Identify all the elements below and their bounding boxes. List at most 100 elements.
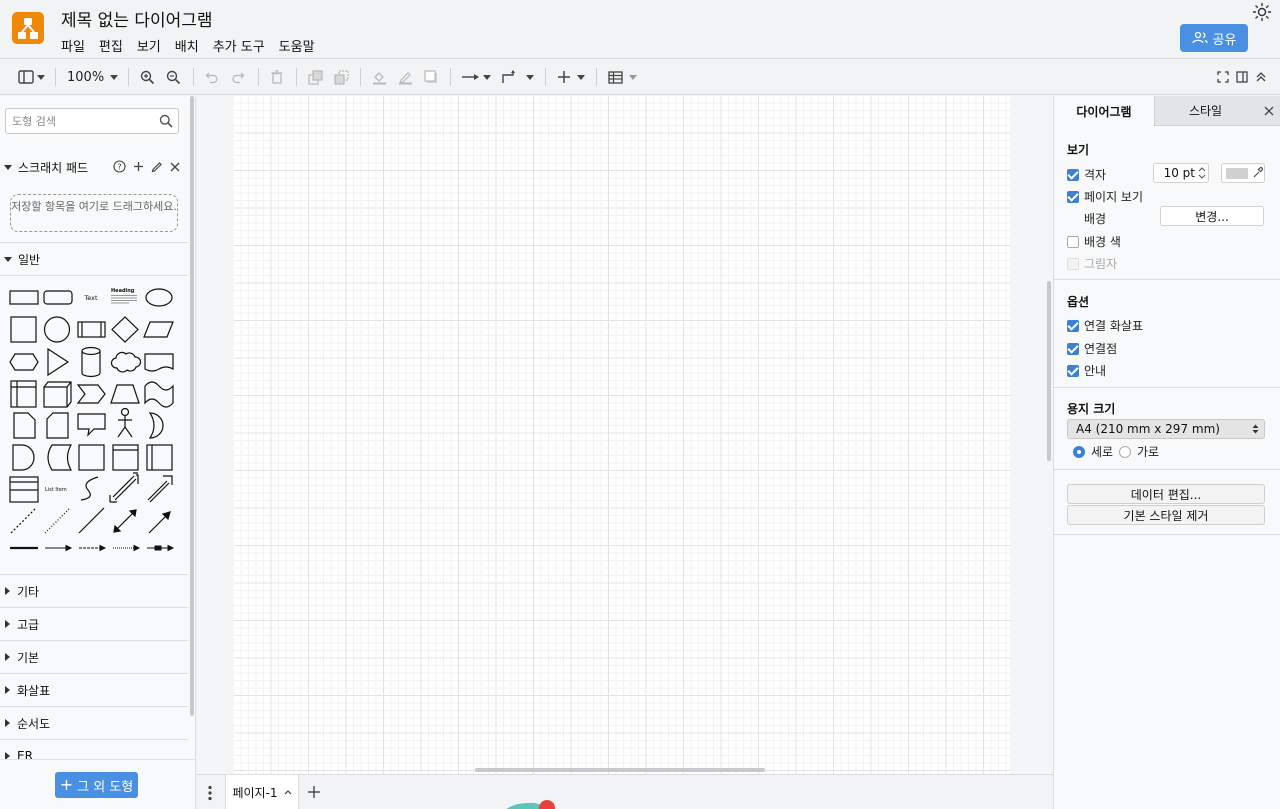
- shape-labeled-arrow: [113, 544, 141, 552]
- canvas-vertical-scrollbar[interactable]: [1047, 281, 1051, 461]
- view-section-title: 보기: [1067, 143, 1090, 157]
- search-icon[interactable]: [159, 114, 173, 128]
- shape-line: [78, 507, 105, 534]
- section-misc[interactable]: 기타: [0, 575, 188, 607]
- menu-edit[interactable]: 편집: [99, 36, 123, 55]
- landscape-radio[interactable]: 가로: [1119, 443, 1159, 460]
- add-icon[interactable]: [133, 161, 144, 172]
- diagram-title[interactable]: 제목 없는 다이어그램: [61, 6, 213, 31]
- shape-heading-text: Heading: [111, 288, 135, 294]
- shape-list-item[interactable]: List Item: [45, 487, 67, 493]
- chevron-up-icon[interactable]: [284, 789, 292, 795]
- grid-checkbox[interactable]: 격자: [1067, 166, 1106, 183]
- scratchpad-header[interactable]: 스크래치 패드 ?: [0, 151, 188, 183]
- shadow-checkbox[interactable]: 그림자: [1067, 255, 1117, 272]
- shape-text[interactable]: Text: [83, 294, 98, 302]
- guides-checkbox[interactable]: 안내: [1067, 362, 1106, 379]
- section-arrows[interactable]: 화살표: [0, 674, 188, 706]
- checkbox-disabled[interactable]: [1067, 257, 1079, 270]
- clear-default-style-button[interactable]: 기본 스타일 제거: [1067, 505, 1265, 525]
- undo-button[interactable]: [205, 67, 219, 87]
- chevron-down-icon: [4, 164, 12, 170]
- grid-color-button[interactable]: [1221, 163, 1265, 183]
- checkbox-checked[interactable]: [1067, 168, 1079, 181]
- sidebar-scrollbar[interactable]: [190, 96, 194, 716]
- shadow-button[interactable]: [424, 67, 439, 87]
- radio-unselected[interactable]: [1119, 445, 1131, 458]
- menu-file[interactable]: 파일: [61, 36, 85, 55]
- connection-style-button[interactable]: [462, 67, 491, 87]
- checkbox-checked[interactable]: [1067, 190, 1079, 203]
- redo-button[interactable]: [231, 67, 245, 87]
- connection-points-label: 연결점: [1084, 342, 1118, 356]
- shape-search-input[interactable]: [12, 113, 157, 129]
- connection-arrows-checkbox[interactable]: 연결 화살표: [1067, 317, 1143, 334]
- pencil-icon: [399, 71, 412, 84]
- edit-data-button[interactable]: 데이터 편집...: [1067, 484, 1265, 504]
- sidebar-panel-icon: [18, 70, 34, 84]
- page-view-checkbox[interactable]: 페이지 보기: [1067, 188, 1143, 205]
- checkbox-unchecked[interactable]: [1067, 235, 1079, 248]
- panel-toggle-button[interactable]: [18, 67, 45, 87]
- fill-color-button[interactable]: [372, 67, 387, 87]
- shape-dotted-line: [44, 507, 71, 534]
- table-button[interactable]: [608, 67, 637, 87]
- page-tab-1[interactable]: 페이지-1: [225, 775, 299, 809]
- to-front-icon: [308, 69, 323, 85]
- zoom-out-button[interactable]: [166, 67, 181, 87]
- line-color-button[interactable]: [398, 67, 413, 87]
- grid-size-input[interactable]: 10 pt: [1153, 163, 1209, 183]
- canvas-horizontal-scrollbar[interactable]: [475, 768, 765, 772]
- change-background-button[interactable]: 변경...: [1160, 206, 1264, 226]
- close-icon[interactable]: [170, 162, 180, 172]
- undo-icon: [205, 72, 218, 84]
- scratchpad-dropzone[interactable]: 저장할 항목을 여기로 드래그하세요.: [10, 194, 178, 232]
- waypoints-button[interactable]: [502, 67, 534, 87]
- menu-help[interactable]: 도움말: [279, 36, 315, 55]
- shape-search-box[interactable]: [5, 108, 179, 134]
- edit-pencil-icon[interactable]: [151, 161, 163, 173]
- section-flowchart[interactable]: 순서도: [0, 707, 188, 739]
- background-color-checkbox[interactable]: 배경 색: [1067, 233, 1121, 250]
- diagram-page[interactable]: [234, 96, 1010, 774]
- portrait-radio[interactable]: 세로: [1073, 443, 1113, 460]
- to-back-button[interactable]: [334, 67, 349, 87]
- close-panel-button[interactable]: [1256, 96, 1280, 126]
- zoom-select[interactable]: 100%: [67, 67, 119, 87]
- chevron-right-icon: [5, 620, 10, 628]
- tab-style[interactable]: 스타일: [1154, 96, 1256, 126]
- shape-diamond: [111, 316, 139, 343]
- to-front-button[interactable]: [308, 67, 323, 87]
- shape-vertical-container: [146, 444, 173, 471]
- share-button[interactable]: 공유: [1180, 24, 1248, 52]
- pages-menu-icon[interactable]: [208, 785, 212, 801]
- help-icon[interactable]: ?: [113, 160, 126, 173]
- collapse-toolbar-button[interactable]: [1256, 67, 1266, 87]
- checkbox-checked[interactable]: [1067, 342, 1079, 355]
- general-section-header[interactable]: 일반: [0, 243, 188, 275]
- menu-extras[interactable]: 추가 도구: [213, 36, 265, 55]
- zoom-in-button[interactable]: [140, 67, 155, 87]
- menu-view[interactable]: 보기: [137, 36, 161, 55]
- radio-selected[interactable]: [1073, 445, 1085, 458]
- checkbox-checked[interactable]: [1067, 319, 1079, 332]
- section-advanced[interactable]: 고급: [0, 608, 188, 640]
- insert-button[interactable]: [557, 67, 585, 87]
- tab-diagram[interactable]: 다이어그램: [1054, 96, 1154, 126]
- add-page-icon[interactable]: [307, 785, 321, 799]
- menu-arrange[interactable]: 배치: [175, 36, 199, 55]
- shape-textbox[interactable]: Heading: [111, 288, 137, 304]
- checkbox-checked[interactable]: [1067, 364, 1079, 377]
- section-basic[interactable]: 기본: [0, 641, 188, 673]
- shape-document: [144, 353, 174, 372]
- connection-points-checkbox[interactable]: 연결점: [1067, 340, 1117, 357]
- select-arrows-icon: [1252, 424, 1259, 434]
- theme-sun-icon[interactable]: [1252, 2, 1272, 22]
- diagram-canvas[interactable]: [197, 96, 1053, 774]
- spinner-icon[interactable]: [1198, 166, 1206, 180]
- paper-size-select[interactable]: A4 (210 mm x 297 mm): [1067, 419, 1265, 439]
- delete-button[interactable]: [270, 67, 284, 87]
- format-panel-toggle-button[interactable]: [1236, 67, 1248, 87]
- more-shapes-button[interactable]: + 그 외 도형: [55, 772, 138, 798]
- fullscreen-button[interactable]: [1217, 67, 1229, 87]
